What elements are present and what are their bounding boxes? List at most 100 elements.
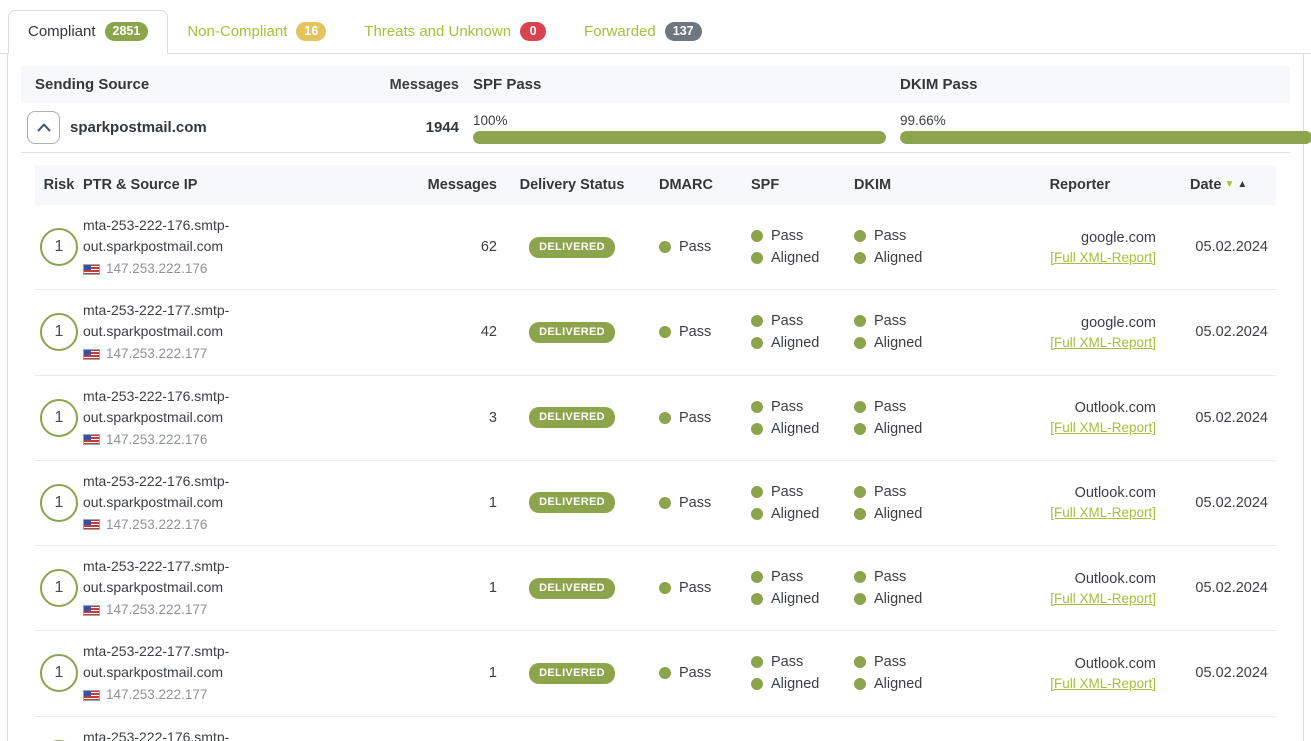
col-header-date-sort[interactable]: Date ▼ ▲ bbox=[1156, 177, 1276, 193]
delivery-status-badge: DELIVERED bbox=[529, 492, 615, 513]
aligned-dot-icon bbox=[751, 678, 763, 690]
dkim-pass-header: DKIM Pass bbox=[900, 66, 1311, 103]
full-xml-report-link[interactable]: [Full XML-Report] bbox=[1050, 250, 1156, 265]
sending-source-header: Sending Source bbox=[21, 66, 373, 103]
aligned-dot-icon bbox=[854, 423, 866, 435]
source-summary-row: sparkpostmail.com 1944 100% 99.66% bbox=[21, 103, 1290, 153]
dkim-result: Pass bbox=[874, 654, 906, 670]
us-flag-icon bbox=[83, 519, 100, 530]
aligned-dot-icon bbox=[854, 593, 866, 605]
tab-compliant-count-badge: 2851 bbox=[105, 22, 149, 41]
tab-forwarded-label: Forwarded bbox=[584, 23, 656, 40]
reporter-name: Outlook.com bbox=[1075, 400, 1156, 416]
pass-dot-icon bbox=[854, 401, 866, 413]
spf-alignment: Aligned bbox=[771, 676, 819, 692]
row-message-count: 1 bbox=[263, 665, 497, 681]
tab-non-compliant-label: Non-Compliant bbox=[187, 23, 287, 40]
report-tabs: Compliant 2851 Non-Compliant 16 Threats … bbox=[0, 0, 1311, 54]
spf-pass-bar bbox=[473, 131, 886, 144]
aligned-dot-icon bbox=[751, 252, 763, 264]
full-xml-report-link[interactable]: [Full XML-Report] bbox=[1050, 335, 1156, 350]
full-xml-report-link[interactable]: [Full XML-Report] bbox=[1050, 420, 1156, 435]
aligned-dot-icon bbox=[854, 508, 866, 520]
source-detail-table: Risk PTR & Source IP Messages Delivery S… bbox=[35, 165, 1276, 741]
ptr-hostname: mta-253-222-176.smtp-out.sparkpostmail.c… bbox=[83, 729, 229, 741]
report-date: 05.02.2024 bbox=[1156, 239, 1276, 255]
pass-dot-icon bbox=[659, 241, 671, 253]
col-header-risk: Risk bbox=[35, 177, 83, 193]
pass-dot-icon bbox=[751, 315, 763, 327]
pass-dot-icon bbox=[751, 401, 763, 413]
row-message-count: 62 bbox=[263, 239, 497, 255]
dkim-result: Pass bbox=[874, 313, 906, 329]
us-flag-icon bbox=[83, 264, 100, 275]
tab-non-compliant[interactable]: Non-Compliant 16 bbox=[168, 11, 345, 53]
tab-compliant-label: Compliant bbox=[28, 23, 96, 40]
report-date: 05.02.2024 bbox=[1156, 665, 1276, 681]
us-flag-icon bbox=[83, 605, 100, 616]
tab-forwarded[interactable]: Forwarded 137 bbox=[565, 11, 721, 53]
spf-pass-meter: 100% bbox=[473, 111, 886, 144]
spf-alignment: Aligned bbox=[771, 506, 819, 522]
dmarc-result: Pass bbox=[679, 495, 711, 511]
full-xml-report-link[interactable]: [Full XML-Report] bbox=[1050, 505, 1156, 520]
dmarc-result: Pass bbox=[679, 239, 711, 255]
table-row: 1 mta-253-222-177.smtp-out.sparkpostmail… bbox=[35, 546, 1276, 631]
pass-dot-icon bbox=[751, 486, 763, 498]
reporter-name: Outlook.com bbox=[1075, 485, 1156, 501]
table-row: 1 mta-253-222-177.smtp-out.sparkpostmail… bbox=[35, 290, 1276, 375]
report-date: 05.02.2024 bbox=[1156, 495, 1276, 511]
dkim-alignment: Aligned bbox=[874, 335, 922, 351]
tab-compliant[interactable]: Compliant 2851 bbox=[8, 10, 168, 54]
sort-descending-icon[interactable]: ▼ bbox=[1224, 180, 1234, 190]
delivery-status-badge: DELIVERED bbox=[529, 237, 615, 258]
source-domain: sparkpostmail.com bbox=[70, 119, 207, 136]
us-flag-icon bbox=[83, 690, 100, 701]
table-body: 1 mta-253-222-176.smtp-out.sparkpostmail… bbox=[35, 205, 1276, 741]
pass-dot-icon bbox=[659, 412, 671, 424]
collapse-source-button[interactable] bbox=[27, 111, 60, 144]
risk-score-badge: 1 bbox=[40, 569, 78, 607]
tab-non-compliant-count-badge: 16 bbox=[296, 22, 326, 41]
dkim-alignment: Aligned bbox=[874, 421, 922, 437]
source-ip: 147.253.222.177 bbox=[106, 344, 207, 364]
source-header-row: Sending Source Messages SPF Pass DKIM Pa… bbox=[21, 66, 1290, 103]
risk-score-badge: 1 bbox=[40, 654, 78, 692]
col-header-delivery-status: Delivery Status bbox=[497, 177, 647, 193]
row-message-count: 3 bbox=[263, 410, 497, 426]
full-xml-report-link[interactable]: [Full XML-Report] bbox=[1050, 676, 1156, 691]
pass-dot-icon bbox=[659, 497, 671, 509]
us-flag-icon bbox=[83, 434, 100, 445]
spf-result: Pass bbox=[771, 228, 803, 244]
ptr-hostname: mta-253-222-177.smtp-out.sparkpostmail.c… bbox=[83, 302, 229, 339]
spf-result: Pass bbox=[771, 313, 803, 329]
dkim-result: Pass bbox=[874, 399, 906, 415]
pass-dot-icon bbox=[854, 230, 866, 242]
delivery-status-badge: DELIVERED bbox=[529, 322, 615, 343]
sort-ascending-icon[interactable]: ▲ bbox=[1237, 180, 1247, 190]
spf-result: Pass bbox=[771, 569, 803, 585]
ptr-hostname: mta-253-222-176.smtp-out.sparkpostmail.c… bbox=[83, 473, 229, 510]
ptr-hostname: mta-253-222-176.smtp-out.sparkpostmail.c… bbox=[83, 388, 229, 425]
pass-dot-icon bbox=[659, 667, 671, 679]
dmarc-result: Pass bbox=[679, 410, 711, 426]
dkim-result: Pass bbox=[874, 484, 906, 500]
ptr-hostname: mta-253-222-177.smtp-out.sparkpostmail.c… bbox=[83, 643, 229, 680]
dkim-pass-meter: 99.66% bbox=[900, 111, 1311, 144]
compliant-panel: Sending Source Messages SPF Pass DKIM Pa… bbox=[7, 54, 1304, 741]
aligned-dot-icon bbox=[854, 337, 866, 349]
col-header-dmarc: DMARC bbox=[647, 177, 737, 193]
source-ip: 147.253.222.177 bbox=[106, 600, 207, 620]
ptr-hostname: mta-253-222-176.smtp-out.sparkpostmail.c… bbox=[83, 217, 229, 254]
full-xml-report-link[interactable]: [Full XML-Report] bbox=[1050, 591, 1156, 606]
tab-threats-unknown[interactable]: Threats and Unknown 0 bbox=[345, 11, 565, 53]
source-ip: 147.253.222.177 bbox=[106, 685, 207, 705]
chevron-up-icon bbox=[37, 123, 51, 132]
report-date: 05.02.2024 bbox=[1156, 410, 1276, 426]
pass-dot-icon bbox=[751, 656, 763, 668]
dkim-result: Pass bbox=[874, 228, 906, 244]
pass-dot-icon bbox=[751, 571, 763, 583]
aligned-dot-icon bbox=[854, 252, 866, 264]
dkim-pass-bar bbox=[900, 131, 1311, 144]
aligned-dot-icon bbox=[751, 593, 763, 605]
